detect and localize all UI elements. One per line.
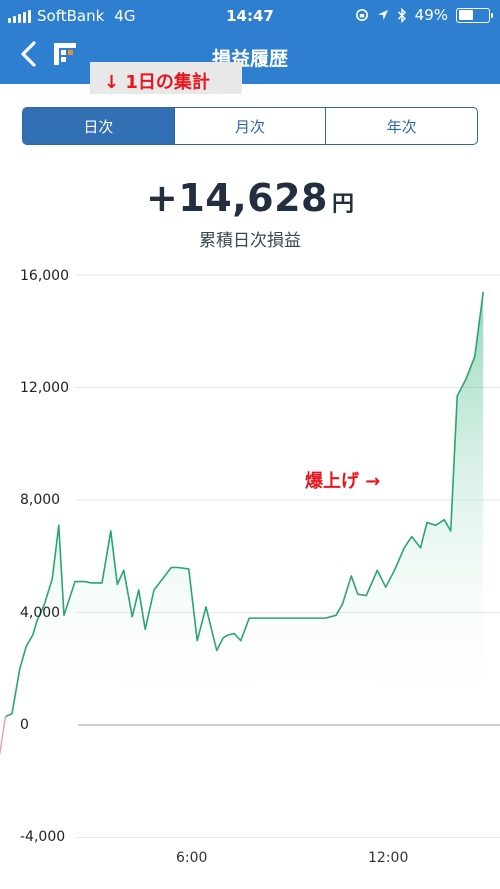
y-tick-minus-4000: -4,000 — [20, 829, 66, 845]
y-tick-12000: 12,000 — [20, 380, 69, 396]
y-tick-16000: 16,000 — [20, 268, 69, 284]
series-area — [5, 291, 484, 725]
series-negative-line — [0, 716, 7, 756]
pnl-chart — [0, 274, 500, 838]
x-tick-12: 12:00 — [368, 850, 409, 866]
y-tick-4000: 4,000 — [20, 605, 61, 621]
chart-annotation: 爆上げ → — [305, 471, 381, 492]
y-tick-8000: 8,000 — [20, 492, 61, 508]
x-tick-6: 6:00 — [176, 850, 208, 866]
y-tick-0: 0 — [20, 717, 29, 733]
